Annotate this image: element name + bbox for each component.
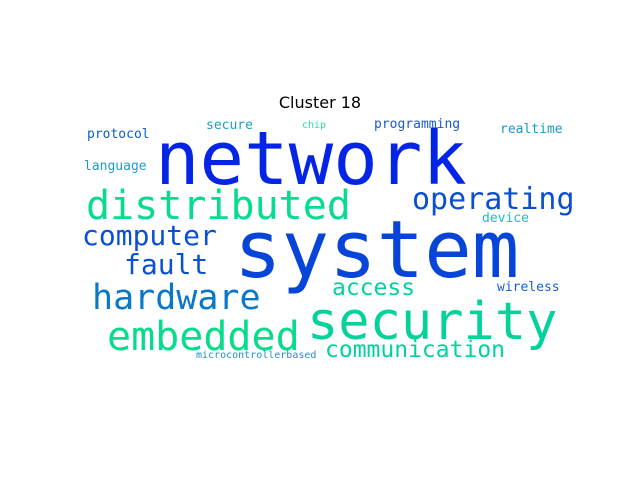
word-chip: chip [302,120,327,131]
cloud-title: Cluster 18 [278,93,362,112]
word-fault: fault [124,248,209,281]
wordcloud-canvas: Cluster 18 network system security distr… [0,0,640,480]
word-microcontrollerbased: microcontrollerbased [196,350,317,361]
word-device: device [482,211,529,226]
word-access: access [332,275,416,301]
word-realtime: realtime [500,122,563,137]
word-communication: communication [325,337,506,363]
word-hardware: hardware [92,278,261,318]
word-protocol: protocol [87,127,150,142]
word-programming: programming [374,117,461,132]
word-wireless: wireless [497,280,560,295]
word-secure: secure [206,118,253,133]
word-language: language [84,159,147,174]
word-computer: computer [82,219,217,252]
